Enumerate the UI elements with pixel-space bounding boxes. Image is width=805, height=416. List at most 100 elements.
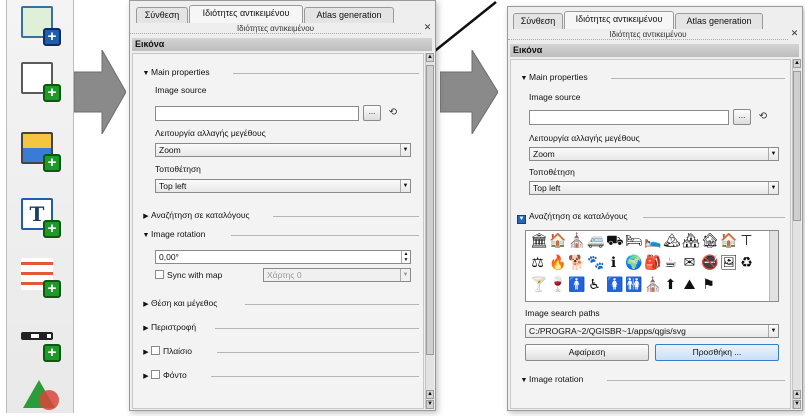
refresh-icon[interactable]: ⟲ [757,111,769,123]
group-image-rotation[interactable]: ▼ Image rotation [141,229,206,241]
background-checkbox[interactable] [151,370,160,379]
group-title: Φόντο [163,370,187,380]
browse-button[interactable]: ... [733,109,751,125]
tab-atlas[interactable]: Atlas generation [304,7,394,23]
svg-symbol-icon[interactable]: 🚺 [606,278,623,293]
svg-symbol-icon[interactable]: ⚖ [530,256,545,271]
add-image-tool[interactable]: + [17,128,63,174]
close-icon[interactable]: ✕ [423,23,432,32]
group-search-directories[interactable]: ▶ Αναζήτηση σε καταλόγους [141,210,249,222]
image-source-input[interactable] [529,110,729,125]
svg-symbol-icon[interactable]: 🏠 [720,234,737,249]
search-paths-label: Image search paths [525,308,600,318]
divider [611,78,785,79]
svg-symbol-icon[interactable]: ✉ [682,256,697,271]
placement-select[interactable]: Top left ▼ [155,179,411,193]
add-shape-tool[interactable] [17,370,63,416]
add-map-tool[interactable]: + [17,2,63,48]
svg-symbol-icon[interactable]: 🍷 [549,278,566,293]
collapse-icon: ▼ [520,75,528,82]
svg-symbol-icon[interactable]: ⛰ [682,278,697,293]
svg-icon-grid[interactable]: 🏛 🏠 ⛪ 🚐 ⛟ 🛏 🛌 🏔 🏘 🏚 🏠 ⊤ ⚖ 🔥 🐕 🐾 ℹ 🌍 🎒 ☕ ✉ 🚭 🖼 ♻ 🍸 🍷 🚹 ♿ 🚺 🚻 ⛪ ⬆ ⛰ ⚑ [525,230,779,302]
group-rotation[interactable]: ▶ Περιστροφή [141,322,196,334]
close-icon[interactable]: ✕ [790,29,799,38]
placement-select[interactable]: Top left ▼ [529,181,779,195]
plus-icon: + [43,28,61,46]
group-search-directories[interactable]: ▼ Αναζήτηση σε καταλόγους [517,211,628,224]
svg-symbol-icon[interactable]: 🏛 [530,234,548,249]
resize-mode-select[interactable]: Zoom ▼ [529,147,779,161]
tab-composition[interactable]: Σύνθεση [136,7,188,23]
frame-checkbox[interactable] [151,346,160,355]
scroll-up-icon[interactable]: ▲ [426,390,434,399]
svg-symbol-icon[interactable]: ⬆ [663,278,678,293]
tab-bar: Σύνθεση Ιδιότητες αντικειμένου Atlas gen… [130,1,435,23]
section-title: Εικόνα [132,38,432,51]
right-arrow-1 [74,50,126,134]
svg-symbol-icon[interactable]: ⛟ [606,234,624,249]
add-legend-tool[interactable]: + [17,254,63,300]
svg-symbol-icon[interactable]: 🏔 [663,234,681,249]
svg-symbol-icon[interactable]: 🐕 [568,256,585,271]
rotation-spinbox[interactable]: 0,00° ▲ ▼ [155,250,411,264]
svg-symbol-icon[interactable]: ⊤ [739,234,754,249]
svg-symbol-icon[interactable]: 🐾 [587,256,604,271]
spin-arrows-icon[interactable]: ▲ ▼ [401,251,410,263]
scroll-up-icon[interactable]: ▲ [793,59,801,68]
vertical-scrollbar[interactable]: ▲ ▲ ▼ [425,53,434,409]
remove-path-button[interactable]: Αφαίρεση [525,344,649,361]
svg-symbol-icon[interactable]: 🚻 [625,278,642,293]
svg-symbol-icon[interactable]: 🎒 [644,256,661,271]
sync-map-select[interactable]: Χάρτης 0 ▼ [263,268,411,282]
group-image-rotation[interactable]: ▼ Image rotation [519,374,584,386]
scroll-thumb[interactable] [793,71,801,221]
svg-symbol-icon[interactable]: 🚭 [701,256,718,271]
svg-symbol-icon[interactable]: ⛪ [644,278,661,293]
scroll-down-icon[interactable]: ▼ [426,400,434,409]
svg-symbol-icon[interactable]: ♻ [739,256,754,271]
svg-symbol-icon[interactable]: 🏘 [682,234,700,249]
svg-symbol-icon[interactable]: ⛪ [568,234,585,249]
group-background[interactable]: ▶ Φόντο [141,370,187,382]
tab-item-properties[interactable]: Ιδιότητες αντικειμένου [189,5,303,23]
svg-symbol-icon[interactable]: 🛏 [625,234,643,249]
scroll-up-icon[interactable]: ▲ [793,390,801,399]
svg-symbol-icon[interactable]: ☕ [663,256,678,271]
vertical-scrollbar[interactable]: ▲ ▲ ▼ [792,59,801,409]
add-scalebar-tool[interactable]: + [17,318,63,364]
svg-symbol-icon[interactable]: ⚑ [701,278,716,293]
svg-symbol-icon[interactable]: 🍸 [530,278,547,293]
svg-symbol-icon[interactable]: ℹ [606,256,621,271]
svg-symbol-icon[interactable]: 🚹 [568,278,585,293]
group-frame[interactable]: ▶ Πλαίσιο [141,346,192,358]
image-source-input[interactable] [155,106,359,121]
resize-mode-select[interactable]: Zoom ▼ [155,143,411,157]
icon-grid-scrollbar[interactable] [769,231,778,301]
svg-symbol-icon[interactable]: 🛌 [644,234,661,249]
sync-with-map-checkbox[interactable]: Sync with map [155,270,222,281]
svg-symbol-icon[interactable]: 🌍 [625,256,642,271]
group-main-properties[interactable]: ▼ Main properties [519,72,588,84]
add-picture-tool[interactable]: + [17,58,63,104]
scroll-up-icon[interactable]: ▲ [426,53,434,62]
tab-atlas[interactable]: Atlas generation [675,13,763,29]
svg-symbol-icon[interactable]: 🏠 [549,234,566,249]
group-main-properties[interactable]: ▼ Main properties [141,67,210,79]
scroll-thumb[interactable] [426,65,434,355]
svg-symbol-icon[interactable]: 🔥 [549,256,566,271]
tab-item-properties[interactable]: Ιδιότητες αντικειμένου [564,11,674,29]
group-position-size[interactable]: ▶ Θέση και μέγεθος [141,298,217,310]
add-path-button[interactable]: Προσθήκη ... [655,344,779,361]
group-title: Θέση και μέγεθος [151,298,218,308]
tab-composition[interactable]: Σύνθεση [513,13,563,29]
svg-symbol-icon[interactable]: 🏚 [701,234,719,249]
search-path-select[interactable]: C:/PROGRA~2/QGISBR~1/apps/qgis/svg ▼ [525,324,779,338]
add-label-tool[interactable]: T + [17,194,63,240]
browse-button[interactable]: ... [363,105,381,121]
refresh-icon[interactable]: ⟲ [387,107,399,119]
svg-symbol-icon[interactable]: ♿ [587,278,602,293]
plus-icon: + [43,84,61,102]
svg-symbol-icon[interactable]: 🚐 [587,234,604,249]
scroll-down-icon[interactable]: ▼ [793,400,801,409]
svg-symbol-icon[interactable]: 🖼 [720,256,738,271]
